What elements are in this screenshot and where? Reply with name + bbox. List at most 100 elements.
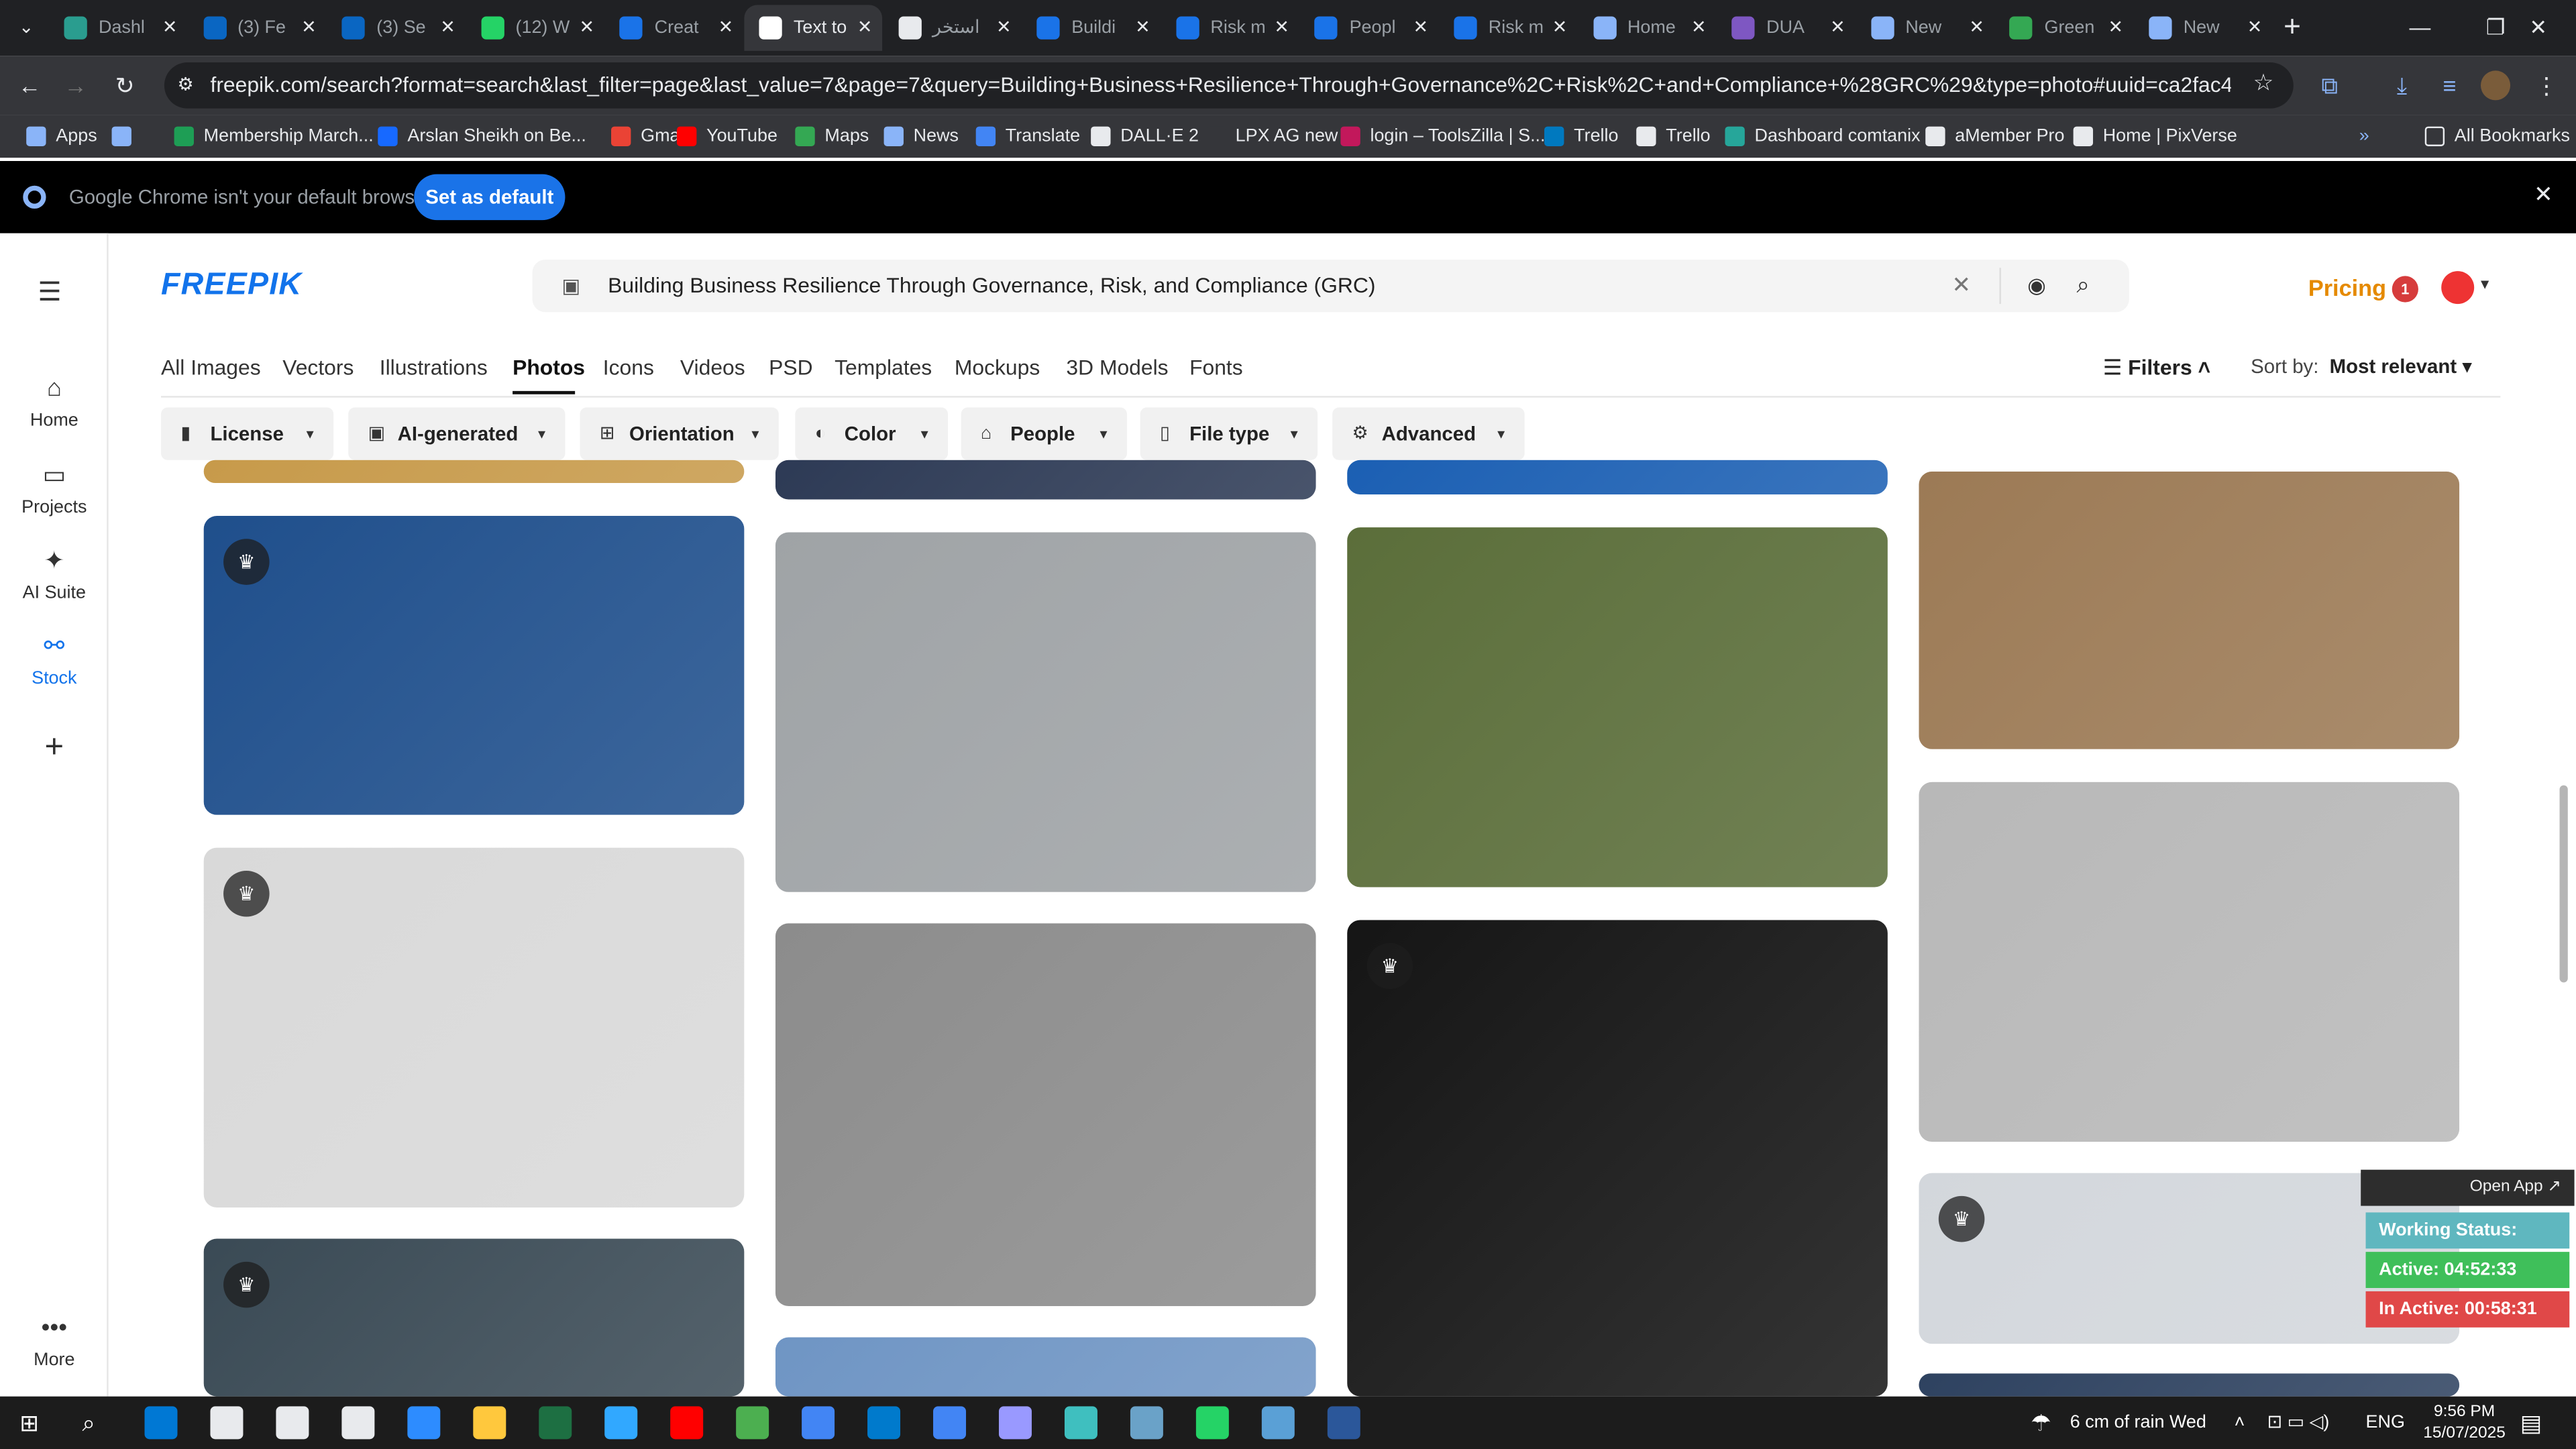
tab-psd[interactable]: PSD bbox=[769, 355, 812, 380]
tile-spiral-stairs-man[interactable] bbox=[775, 923, 1316, 1306]
media-control-icon[interactable]: ≡ bbox=[2433, 69, 2466, 102]
search-bar[interactable]: ▣ Building Business Resilience Through G… bbox=[532, 259, 2129, 313]
new-tab-button[interactable]: + bbox=[2284, 10, 2301, 44]
language-indicator[interactable]: ENG bbox=[2366, 1397, 2405, 1449]
tile-hourglass-watch[interactable] bbox=[775, 532, 1316, 892]
hamburger-menu-icon[interactable]: ☰ bbox=[38, 276, 61, 309]
bookmark-item[interactable]: aMember Pro bbox=[1925, 121, 2065, 151]
network-icon[interactable]: ⊡ ▭ ◁) bbox=[2267, 1397, 2330, 1449]
close-tab-icon[interactable]: ✕ bbox=[1691, 5, 1707, 51]
browser-tab[interactable]: (3) Fe ✕ bbox=[189, 5, 327, 51]
browser-tab[interactable]: New ✕ bbox=[2134, 5, 2272, 51]
browser-tab[interactable]: Text to ✕ bbox=[744, 5, 883, 51]
open-app-link[interactable]: Open App ↗ bbox=[2361, 1169, 2575, 1206]
bookmark-item[interactable]: YouTube bbox=[676, 121, 777, 151]
filter-people[interactable]: ⌂ People ▾ bbox=[961, 407, 1128, 460]
tab-all-images[interactable]: All Images bbox=[161, 355, 261, 380]
close-tab-icon[interactable]: ✕ bbox=[718, 5, 734, 51]
taskbar-app-icon[interactable] bbox=[933, 1406, 967, 1440]
tile-binders-figures[interactable]: ♛ bbox=[203, 515, 745, 815]
extension-icon[interactable]: ⧉ bbox=[2313, 69, 2346, 102]
tile-col2-top-partial[interactable] bbox=[775, 460, 1316, 500]
back-button[interactable]: ← bbox=[13, 69, 46, 102]
profile-avatar[interactable] bbox=[2480, 70, 2511, 101]
tile-figurines-colors[interactable]: ♛ bbox=[1347, 920, 1888, 1397]
close-tab-icon[interactable]: ✕ bbox=[440, 5, 455, 51]
rail-add-button[interactable]: + bbox=[0, 729, 109, 767]
tile-col3-top-partial[interactable] bbox=[1347, 460, 1888, 495]
filter-ai-generated[interactable]: ▣ AI-generated ▾ bbox=[348, 407, 566, 460]
close-tab-icon[interactable]: ✕ bbox=[996, 5, 1012, 51]
close-tab-icon[interactable]: ✕ bbox=[301, 5, 317, 51]
rail-more-button[interactable]: ••• More bbox=[0, 1314, 109, 1370]
image-type-icon[interactable]: ▣ bbox=[562, 274, 581, 297]
search-icon[interactable]: ⌕ bbox=[2077, 271, 2090, 299]
bookmark-item[interactable]: Home | PixVerse bbox=[2073, 121, 2237, 151]
close-tab-icon[interactable]: ✕ bbox=[1274, 5, 1289, 51]
close-tab-icon[interactable]: ✕ bbox=[1135, 5, 1150, 51]
forward-button[interactable]: → bbox=[59, 69, 92, 102]
rail-item-ai-suite[interactable]: ✦ AI Suite bbox=[0, 545, 109, 603]
reload-button[interactable]: ↻ bbox=[109, 69, 142, 102]
close-infobar-icon[interactable]: ✕ bbox=[2534, 180, 2553, 209]
browser-tab[interactable]: Risk m ✕ bbox=[1439, 5, 1577, 51]
taskbar-app-icon[interactable] bbox=[802, 1406, 835, 1440]
bookmarks-overflow-icon[interactable]: » bbox=[2359, 121, 2369, 151]
chevron-down-icon[interactable]: ▾ bbox=[2481, 276, 2489, 294]
browser-tab[interactable]: New ✕ bbox=[1856, 5, 1994, 51]
taskbar-app-icon[interactable] bbox=[473, 1406, 506, 1440]
close-window-button[interactable]: ✕ bbox=[2500, 0, 2576, 56]
close-tab-icon[interactable]: ✕ bbox=[579, 5, 594, 51]
bookmark-item[interactable]: LPX AG new bbox=[1205, 121, 1338, 151]
minimize-button[interactable]: — bbox=[2382, 0, 2458, 56]
tab-icons[interactable]: Icons bbox=[603, 355, 654, 380]
bookmark-item[interactable]: DALL·E 2 bbox=[1091, 121, 1199, 151]
site-info-icon[interactable]: ⚙ bbox=[177, 74, 200, 97]
close-tab-icon[interactable]: ✕ bbox=[1413, 5, 1429, 51]
tile-meeting-table-top[interactable] bbox=[1919, 471, 2460, 749]
pricing-link[interactable]: Pricing bbox=[2308, 274, 2386, 301]
tab-illustrations[interactable]: Illustrations bbox=[380, 355, 488, 380]
bookmark-item[interactable] bbox=[111, 121, 142, 151]
taskbar-app-icon[interactable] bbox=[1261, 1406, 1295, 1440]
bookmark-star-icon[interactable]: ☆ bbox=[2253, 69, 2274, 97]
rail-item-projects[interactable]: ▭ Projects bbox=[0, 460, 109, 517]
browser-tab[interactable]: استخر ✕ bbox=[883, 5, 1022, 51]
tile-stairs-umbrella[interactable]: ♛ bbox=[203, 847, 745, 1208]
tab-mockups[interactable]: Mockups bbox=[955, 355, 1040, 380]
close-tab-icon[interactable]: ✕ bbox=[2108, 5, 2123, 51]
taskbar-app-icon[interactable] bbox=[1130, 1406, 1163, 1440]
filters-toggle[interactable]: ☰ Filters ˄ bbox=[2103, 355, 2210, 381]
weather-text[interactable]: 6 cm of rain Wed bbox=[2070, 1397, 2206, 1449]
bookmark-item[interactable]: Arslan Sheikh on Be... bbox=[378, 121, 586, 151]
notification-center-icon[interactable]: ▤ bbox=[2520, 1397, 2542, 1449]
filter-license[interactable]: ▮ License ▾ bbox=[161, 407, 334, 460]
tile-col1-top-partial[interactable] bbox=[203, 460, 745, 484]
bookmark-item[interactable]: News bbox=[883, 121, 959, 151]
all-bookmarks[interactable]: All Bookmarks bbox=[2424, 121, 2570, 151]
search-input[interactable]: Building Business Resilience Through Gov… bbox=[608, 260, 1375, 312]
download-icon[interactable]: ⤓ bbox=[2385, 69, 2418, 102]
browser-tab[interactable]: Dashl ✕ bbox=[49, 5, 187, 51]
rail-item-stock[interactable]: ⚯ Stock bbox=[0, 631, 109, 688]
sort-dropdown[interactable]: Most relevant ▾ bbox=[2330, 355, 2472, 378]
taskbar-app-icon[interactable] bbox=[276, 1406, 309, 1440]
user-avatar[interactable] bbox=[2441, 271, 2475, 305]
clock[interactable]: 9:56 PM 15/07/2025 bbox=[2423, 1401, 2506, 1444]
bookmark-item[interactable]: Maps bbox=[795, 121, 869, 151]
browser-tab[interactable]: DUA ✕ bbox=[1717, 5, 1856, 51]
browser-tab[interactable]: (3) Se ✕ bbox=[327, 5, 466, 51]
taskbar-app-icon[interactable] bbox=[1064, 1406, 1097, 1440]
tab-vectors[interactable]: Vectors bbox=[282, 355, 354, 380]
set-default-button[interactable]: Set as default bbox=[414, 174, 566, 221]
close-tab-icon[interactable]: ✕ bbox=[2247, 5, 2263, 51]
browser-tab[interactable]: Risk m ✕ bbox=[1161, 5, 1299, 51]
camera-search-icon[interactable]: ◉ bbox=[2027, 273, 2046, 299]
browser-tab[interactable]: Green ✕ bbox=[1995, 5, 2133, 51]
search-icon[interactable]: ⌕ bbox=[82, 1406, 115, 1439]
browser-tab[interactable]: (12) W ✕ bbox=[466, 5, 604, 51]
taskbar-app-icon[interactable] bbox=[670, 1406, 704, 1440]
tile-meeting-green-wall[interactable] bbox=[1347, 527, 1888, 888]
filter-color[interactable]: ◐ Color ▾ bbox=[795, 407, 949, 460]
browser-tab[interactable]: Peopl ✕ bbox=[1300, 5, 1438, 51]
